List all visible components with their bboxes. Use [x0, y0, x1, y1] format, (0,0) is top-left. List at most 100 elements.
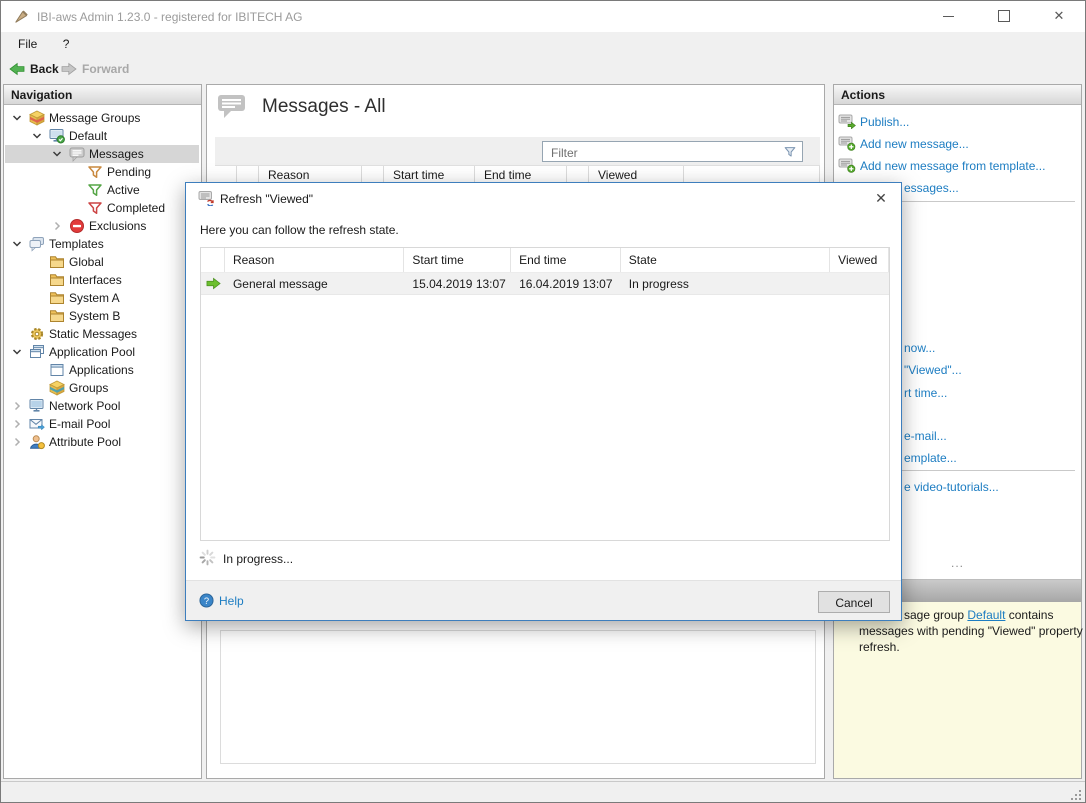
folder-icon: [49, 290, 65, 306]
navigation-header: Navigation: [4, 85, 201, 105]
forward-button[interactable]: Forward: [61, 59, 129, 79]
minimize-button[interactable]: [921, 1, 975, 31]
dialog-title: Refresh "Viewed": [220, 192, 313, 206]
actions-header: Actions: [834, 85, 1081, 105]
message-bubble-icon: [69, 146, 85, 162]
back-arrow-icon: [9, 62, 25, 76]
action-item-publish[interactable]: Publish...: [834, 112, 1081, 132]
refresh-table-cell: [201, 273, 225, 294]
chevron-down-icon[interactable]: [31, 130, 43, 142]
nav-item-messages[interactable]: Messages: [5, 145, 199, 163]
maximize-button[interactable]: [977, 1, 1031, 31]
nav-item-label: Groups: [69, 381, 108, 395]
menu-help[interactable]: ?: [52, 32, 81, 57]
minimize-icon: [943, 16, 954, 17]
nav-item-label: E-mail Pool: [49, 417, 110, 431]
person-icon: [29, 434, 45, 450]
action-item-label: Add new message...: [860, 137, 969, 151]
forward-label: Forward: [82, 62, 129, 76]
nav-item-system-b[interactable]: System B: [5, 307, 199, 325]
chevron-right-icon[interactable]: [11, 418, 23, 430]
cancel-button[interactable]: Cancel: [818, 591, 890, 613]
resize-grip[interactable]: [1071, 790, 1081, 800]
chevron-down-icon[interactable]: [11, 238, 23, 250]
help-link[interactable]: Help: [219, 594, 244, 608]
nav-item-applications[interactable]: Applications: [5, 361, 199, 379]
action-item-add-new-message-from-template[interactable]: Add new message from template...: [834, 156, 1081, 176]
nav-item-global[interactable]: Global: [5, 253, 199, 271]
nav-item-templates[interactable]: Templates: [5, 235, 199, 253]
chevron-down-icon[interactable]: [51, 148, 63, 160]
refresh-table-row[interactable]: General message15.04.2019 13:0716.04.201…: [201, 273, 889, 295]
nav-item-completed[interactable]: Completed: [5, 199, 199, 217]
nav-item-label: Completed: [107, 201, 165, 215]
dialog-close-button[interactable]: ✕: [869, 188, 893, 208]
add-message-icon: [838, 157, 856, 173]
refresh-table-body: General message15.04.2019 13:0716.04.201…: [201, 273, 889, 295]
nav-item-attribute-pool[interactable]: Attribute Pool: [5, 433, 199, 451]
refresh-viewed-dialog: Refresh "Viewed" ✕ Here you can follow t…: [185, 182, 902, 621]
nav-item-label: Network Pool: [49, 399, 120, 413]
nav-item-active[interactable]: Active: [5, 181, 199, 199]
action-item-fragment[interactable]: now...: [904, 341, 935, 355]
funnel-green-icon: [87, 182, 103, 198]
nav-item-message-groups[interactable]: Message Groups: [5, 109, 199, 127]
forward-arrow-icon: [61, 62, 77, 76]
nav-item-label: Templates: [49, 237, 104, 251]
nav-item-static-messages[interactable]: Static Messages: [5, 325, 199, 343]
nav-item-application-pool[interactable]: Application Pool: [5, 343, 199, 361]
menu-file[interactable]: File: [7, 32, 48, 57]
action-item-fragment[interactable]: essages...: [904, 181, 959, 195]
chevron-down-icon[interactable]: [11, 346, 23, 358]
page-title: Messages - All: [262, 96, 386, 118]
nav-item-label: System B: [69, 309, 120, 323]
no-entry-icon: [69, 218, 85, 234]
nav-item-system-a[interactable]: System A: [5, 289, 199, 307]
app-pool-icon: [29, 344, 45, 360]
close-button[interactable]: ✕: [1032, 1, 1086, 31]
refresh-table-cell: [830, 273, 889, 294]
cube-groups-icon: [49, 380, 65, 396]
nav-item-label: Applications: [69, 363, 134, 377]
app-window: IBI-aws Admin 1.23.0 - registered for IB…: [0, 0, 1086, 803]
funnel-orange-icon: [87, 164, 103, 180]
action-item-fragment[interactable]: e video-tutorials...: [904, 480, 999, 494]
filter-funnel-icon[interactable]: [783, 145, 797, 159]
back-button[interactable]: Back: [9, 59, 59, 79]
refresh-table-cell: In progress: [621, 273, 830, 294]
action-item-fragment[interactable]: e-mail...: [904, 429, 947, 443]
nav-item-network-pool[interactable]: Network Pool: [5, 397, 199, 415]
filter-box: [542, 141, 803, 162]
refresh-table-header: ReasonStart timeEnd timeStateViewed: [201, 248, 889, 273]
refresh-state-table: ReasonStart timeEnd timeStateViewed Gene…: [200, 247, 890, 541]
folder-icon: [49, 272, 65, 288]
action-item-fragment[interactable]: "Viewed"...: [904, 363, 962, 377]
nav-item-groups[interactable]: Groups: [5, 379, 199, 397]
chevron-right-icon[interactable]: [11, 436, 23, 448]
nav-item-label: Static Messages: [49, 327, 137, 341]
chevron-right-icon[interactable]: [51, 220, 63, 232]
templates-icon: [29, 236, 45, 252]
nav-item-pending[interactable]: Pending: [5, 163, 199, 181]
filter-input[interactable]: [549, 143, 763, 162]
default-group-link[interactable]: Default: [967, 608, 1005, 622]
folder-icon: [49, 308, 65, 324]
dialog-close-icon: ✕: [875, 190, 887, 206]
filter-bar: [215, 137, 820, 165]
close-icon: ✕: [1054, 8, 1065, 24]
monitor-check-icon: [49, 128, 65, 144]
status-bar: [1, 781, 1085, 803]
nav-item-label: System A: [69, 291, 120, 305]
nav-item-interfaces[interactable]: Interfaces: [5, 271, 199, 289]
chevron-down-icon[interactable]: [11, 112, 23, 124]
chevron-right-icon[interactable]: [11, 400, 23, 412]
action-item-fragment[interactable]: emplate...: [904, 451, 957, 465]
main-toolbar: Back Forward: [1, 57, 1085, 82]
nav-item-e-mail-pool[interactable]: E-mail Pool: [5, 415, 199, 433]
action-item-add-new-message[interactable]: Add new message...: [834, 134, 1081, 154]
nav-item-exclusions[interactable]: Exclusions: [5, 217, 199, 235]
nav-item-default[interactable]: Default: [5, 127, 199, 145]
action-item-fragment[interactable]: rt time...: [904, 386, 947, 400]
back-label: Back: [30, 62, 59, 76]
application-icon: [49, 362, 65, 378]
